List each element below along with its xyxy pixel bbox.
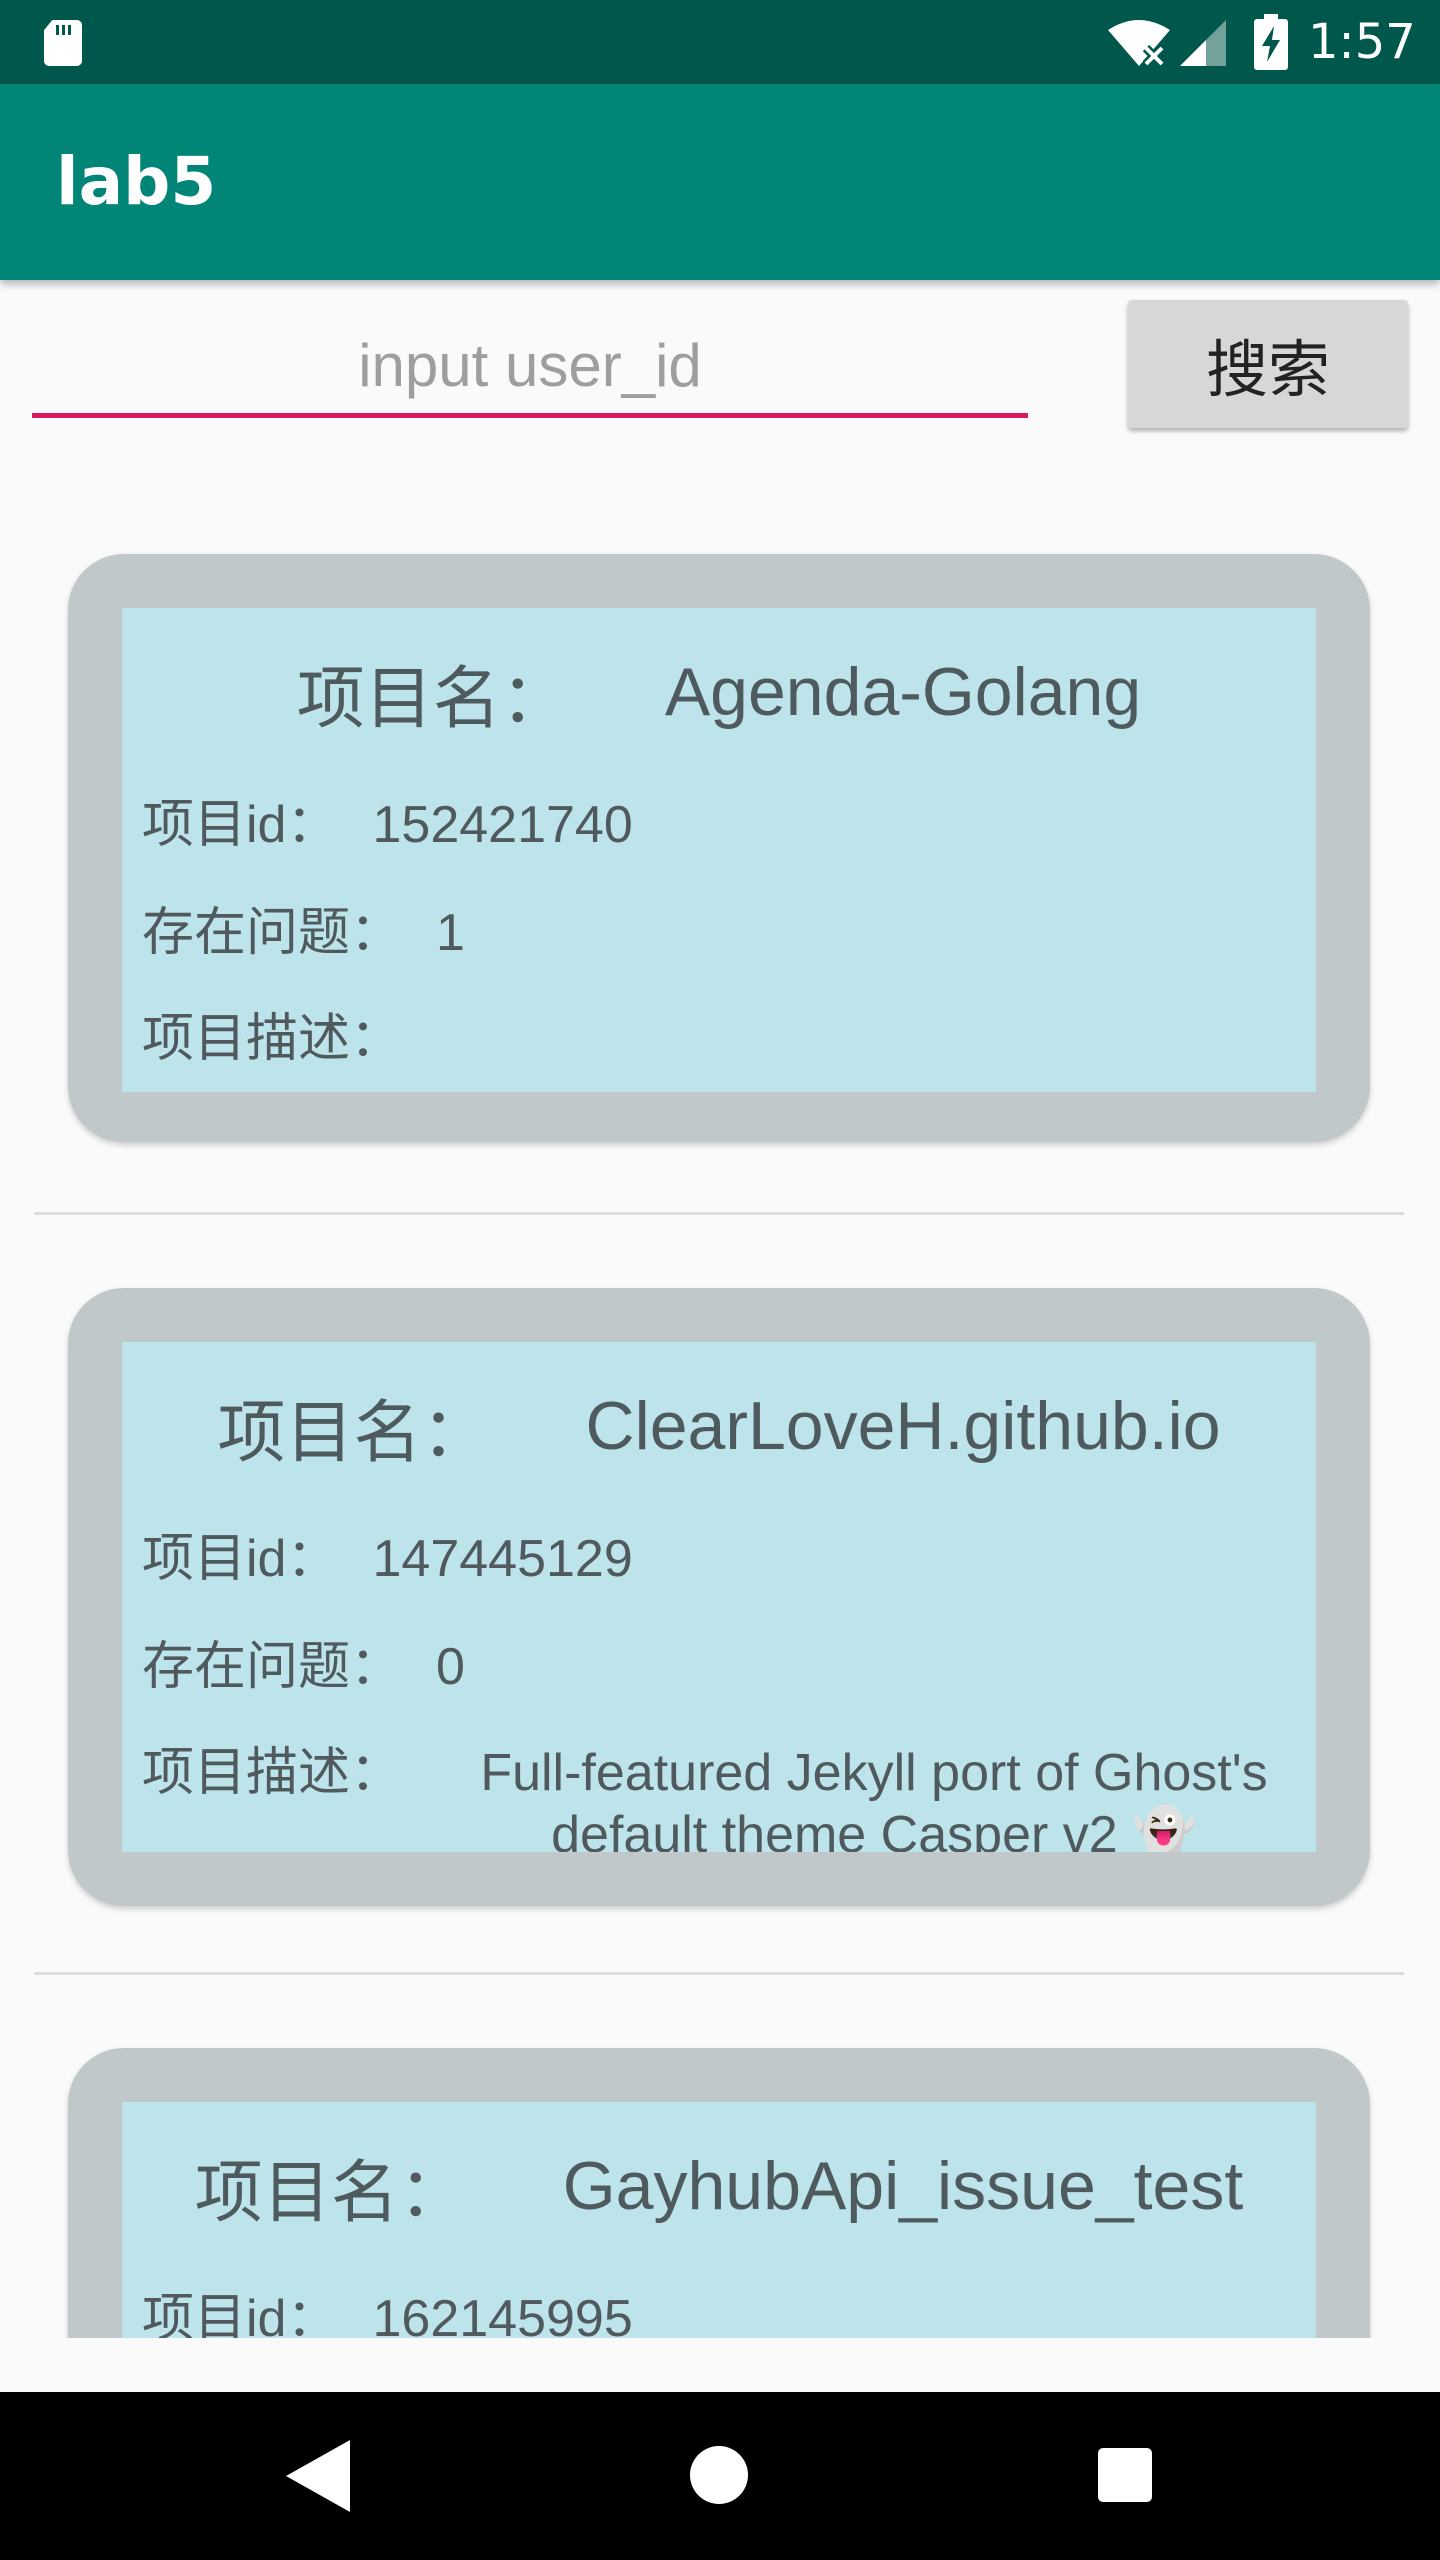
repo-id-label: 项目id： xyxy=(142,796,339,854)
repo-id-label: 项目id： xyxy=(142,2290,339,2338)
repo-name: GayhubApi_issue_test xyxy=(562,2148,1244,2224)
repo-id-row: 项目id： 152421740 xyxy=(142,790,633,860)
repo-id-label: 项目id： xyxy=(142,1530,339,1588)
user-id-input[interactable] xyxy=(32,318,1028,418)
list-divider xyxy=(34,1972,1404,1975)
app-bar: lab5 xyxy=(0,84,1440,280)
home-icon[interactable] xyxy=(690,2446,748,2504)
repo-card-content: 项目名： ClearLoveH.github.io 项目id： 147445129… xyxy=(122,1342,1316,1852)
back-icon[interactable] xyxy=(280,2436,356,2516)
list-divider xyxy=(34,1212,1404,1215)
repo-list[interactable]: 项目名： Agenda-Golang 项目id： 152421740 存在问题： 1… xyxy=(0,470,1440,2338)
battery-charging-icon xyxy=(1254,14,1288,70)
repo-id: 162145995 xyxy=(372,2290,633,2338)
repo-issues-label: 存在问题： xyxy=(142,904,403,962)
repo-description-label: 项目描述： xyxy=(142,1010,403,1068)
repo-card[interactable]: 项目名： GayhubApi_issue_test 项目id： 162145995 xyxy=(68,2048,1370,2338)
repo-name-label: 项目名： xyxy=(217,1394,490,1471)
repo-name: Agenda-Golang xyxy=(664,654,1142,730)
repo-name-label: 项目名： xyxy=(194,2154,467,2231)
signal-icon xyxy=(1180,20,1226,66)
repo-card-content: 项目名： GayhubApi_issue_test 项目id： 162145995 xyxy=(122,2102,1316,2338)
repo-name-label: 项目名： xyxy=(296,660,569,737)
repo-issues-label: 存在问题： xyxy=(142,1638,403,1696)
navigation-bar xyxy=(0,2392,1440,2560)
repo-issues: 0 xyxy=(436,1638,465,1696)
repo-id-row: 项目id： 147445129 xyxy=(142,1524,633,1594)
repo-description-label: 项目描述： xyxy=(142,1744,403,1802)
repo-id-row: 项目id： 162145995 xyxy=(142,2284,633,2338)
repo-name-row: 项目名： Agenda-Golang xyxy=(122,642,1316,742)
repo-issues: 1 xyxy=(436,904,465,962)
clock: 1:57 xyxy=(1308,14,1416,70)
repo-issues-row: 存在问题： 0 xyxy=(142,1632,465,1702)
wifi-icon xyxy=(1108,20,1170,68)
search-button[interactable]: 搜索 xyxy=(1128,300,1408,428)
repo-name: ClearLoveH.github.io xyxy=(585,1388,1221,1464)
repo-description-row: 项目描述： xyxy=(142,1738,402,1808)
status-bar: 1:57 xyxy=(0,0,1440,84)
repo-card[interactable]: 项目名： ClearLoveH.github.io 项目id： 147445129… xyxy=(68,1288,1370,1906)
app-title: lab5 xyxy=(56,143,217,220)
repo-name-row: 项目名： ClearLoveH.github.io xyxy=(122,1376,1316,1476)
repo-issues-row: 存在问题： 1 xyxy=(142,898,465,968)
repo-name-row: 项目名： GayhubApi_issue_test xyxy=(122,2136,1316,2236)
repo-card-content: 项目名： Agenda-Golang 项目id： 152421740 存在问题： 1… xyxy=(122,608,1316,1092)
sd-card-icon xyxy=(44,20,82,66)
repo-description: Full-featured Jekyll port of Ghost's def… xyxy=(480,1744,1268,1852)
recents-icon[interactable] xyxy=(1098,2448,1152,2502)
repo-id: 152421740 xyxy=(372,796,633,854)
repo-id: 147445129 xyxy=(372,1530,633,1588)
repo-card[interactable]: 项目名： Agenda-Golang 项目id： 152421740 存在问题： 1… xyxy=(68,554,1370,1142)
repo-description-row: 项目描述： xyxy=(142,1004,402,1074)
